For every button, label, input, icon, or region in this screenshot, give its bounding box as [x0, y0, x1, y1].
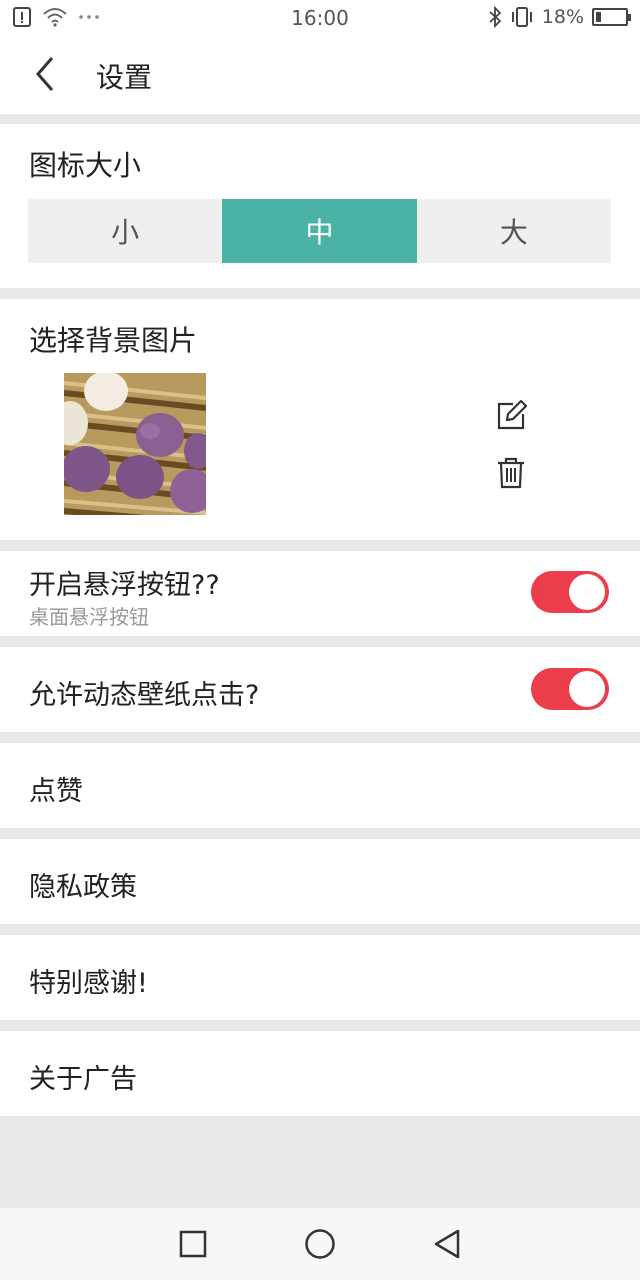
back-icon[interactable]: [432, 1228, 462, 1260]
menu-item-about-ads[interactable]: 关于广告: [0, 1031, 640, 1116]
system-nav-bar: [0, 1208, 640, 1280]
icon-size-title: 图标大小: [29, 149, 142, 182]
background-image-thumbnail[interactable]: [64, 373, 206, 515]
status-bar: 16:00 18%: [0, 0, 640, 36]
menu-item-special-thanks[interactable]: 特别感谢!: [0, 935, 640, 1020]
menu-item-like[interactable]: 点赞: [0, 743, 640, 828]
page-title: 设置: [96, 61, 153, 94]
floating-button-toggle[interactable]: [531, 571, 609, 613]
live-wallpaper-click-row[interactable]: 允许动态壁纸点击?: [0, 647, 640, 732]
icon-size-segmented-control: 小 中 大: [28, 199, 611, 263]
background-image-title: 选择背景图片: [29, 324, 198, 357]
edit-icon[interactable]: [493, 398, 529, 434]
background-image-card: 选择背景图片: [0, 299, 640, 540]
floating-button-row[interactable]: 开启悬浮按钮?? 桌面悬浮按钮: [0, 551, 640, 636]
icon-size-option-small[interactable]: 小: [28, 199, 222, 263]
menu-item-privacy-label: 隐私政策: [29, 872, 137, 903]
bluetooth-icon: [489, 6, 502, 28]
battery-icon: [592, 8, 631, 26]
toggle-knob: [569, 574, 605, 610]
menu-item-privacy-policy[interactable]: 隐私政策: [0, 839, 640, 924]
home-icon[interactable]: [304, 1228, 336, 1260]
floating-button-label: 开启悬浮按钮??: [29, 570, 220, 601]
chevron-left-icon[interactable]: [30, 54, 66, 94]
app-bar: 设置: [0, 36, 640, 114]
vibrate-icon: [511, 7, 532, 27]
icon-size-card: 图标大小 小 中 大: [0, 124, 640, 288]
live-wallpaper-click-toggle[interactable]: [531, 668, 609, 710]
live-wallpaper-click-label: 允许动态壁纸点击?: [29, 680, 260, 711]
toggle-knob: [569, 671, 605, 707]
icon-size-option-large[interactable]: 大: [417, 199, 611, 263]
menu-item-thanks-label: 特别感谢!: [29, 968, 148, 999]
icon-size-option-medium[interactable]: 中: [222, 199, 417, 263]
background-image-preview: [64, 373, 206, 515]
menu-item-like-label: 点赞: [29, 776, 83, 807]
battery-percent: 18%: [541, 6, 584, 28]
status-right-icons: 18%: [488, 6, 631, 28]
floating-button-sublabel: 桌面悬浮按钮: [29, 605, 149, 629]
menu-item-ads-label: 关于广告: [29, 1064, 137, 1095]
recent-apps-icon[interactable]: [179, 1230, 207, 1258]
trash-icon[interactable]: [493, 455, 529, 491]
